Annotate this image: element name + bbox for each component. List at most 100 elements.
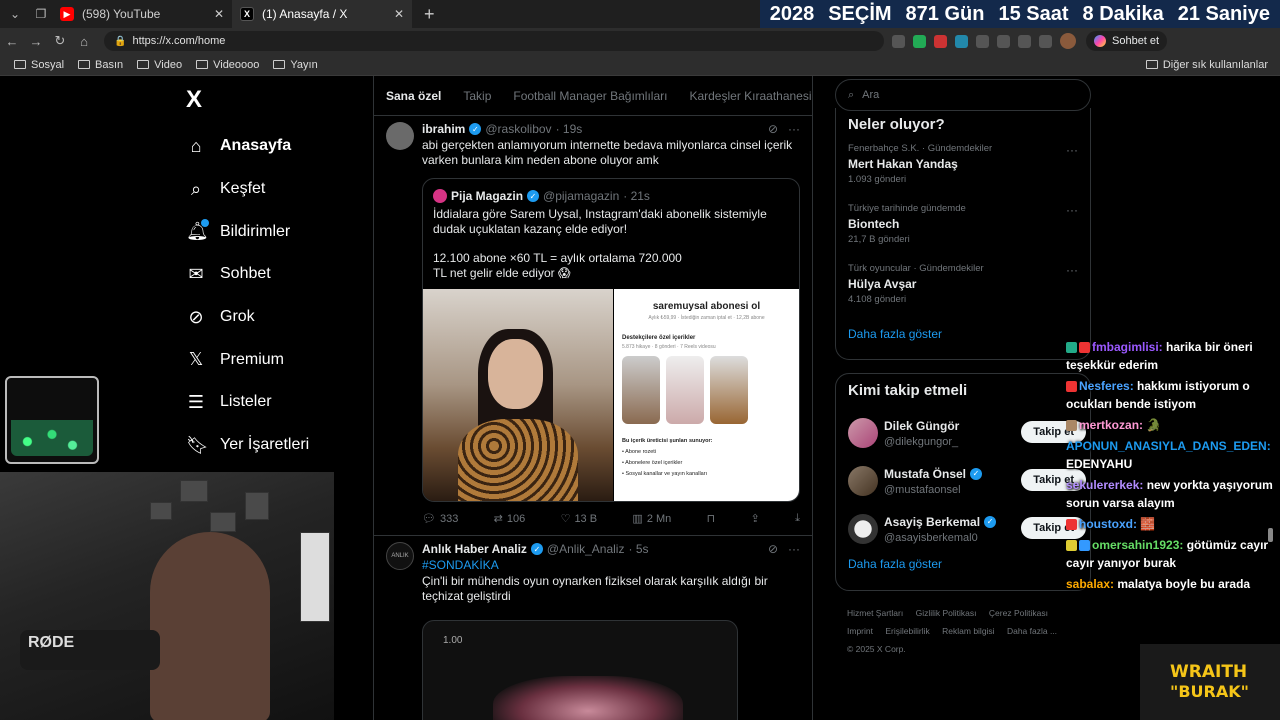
author-handle[interactable]: @Anlik_Analiz [547,542,625,556]
nav-label: Premium [220,350,285,368]
nav-item-home[interactable]: ⌂ Anasayfa [186,125,309,168]
more-icon[interactable]: ··· [788,542,800,556]
bookmark-folder[interactable]: Videoooo [196,59,259,71]
more-icon[interactable]: ··· [1066,263,1078,277]
verified-icon: ✓ [970,467,983,480]
trend-item[interactable]: Türkiye tarihinde gündemde Biontech 21,7… [848,203,1078,263]
like-button[interactable]: ♡ 13 B [561,512,598,526]
author-name[interactable]: ibrahim [422,122,465,136]
extension-icon[interactable] [1018,34,1031,48]
tab-community-kardesler[interactable]: Kardeşler Kıraathanesi [689,89,811,103]
footer-link[interactable]: Hizmet Şartları [847,608,903,618]
extension-icon[interactable] [955,34,968,48]
nav-item-premium[interactable]: 𝕏 Premium [186,338,309,381]
photo-face [488,339,543,409]
download-button[interactable]: ⤓ [795,512,800,525]
footer-link[interactable]: Imprint [847,626,873,636]
tweet-time[interactable]: · 5s [628,542,648,556]
footer-link[interactable]: Gizlilik Politikası [916,608,977,618]
x-logo[interactable]: X [186,86,202,114]
avatar[interactable]: ANLIK [386,542,414,570]
screenshot-image[interactable]: saremuysal abonesi ol Aylık ₺59,99 · İst… [614,289,799,501]
reply-button[interactable]: 💬︎ 333 [422,512,458,526]
follow-suggestion[interactable]: Mustafa Önsel ✓ @mustafaonsel Takip et [848,457,1086,505]
grok-icon[interactable]: ⊘ [768,542,778,556]
extension-icon[interactable] [892,34,905,48]
bookmark-button[interactable]: ⊓ [707,512,716,525]
like-count: 13 B [574,512,598,525]
extension-icon[interactable] [913,34,926,48]
show-more-link[interactable]: Daha fazla göster [848,557,1078,571]
refresh-icon[interactable]: ↻ [48,33,72,49]
nav-item-notifications[interactable]: 🔔︎ Bildirimler [186,210,309,253]
trend-item[interactable]: Türk oyuncular · Gündemdekiler Hülya Avş… [848,263,1078,323]
author-name[interactable]: Anlık Haber Analiz [422,542,527,556]
footer-link[interactable]: Reklam bilgisi [942,626,994,636]
back-icon[interactable]: ← [0,34,24,49]
repost-button[interactable]: ⇄ 106 [494,512,526,526]
tab-for-you[interactable]: Sana özel [386,89,441,103]
avatar[interactable] [386,122,414,150]
views-button[interactable]: ▥ 2 Mn [632,512,671,526]
tab-actions-icon[interactable]: ⌄ [4,3,26,25]
search-input[interactable]: ⌕ Ara [835,79,1091,111]
quoted-tweet[interactable]: Pija Magazin ✓ @pijamagazin · 21s İddial… [422,178,800,502]
media-device [493,676,683,720]
quote-media[interactable]: saremuysal abonesi ol Aylık ₺59,99 · İst… [423,289,799,501]
nav-item-explore[interactable]: ⌕ Keşfet [186,168,309,211]
tab-x-home[interactable]: X (1) Anasayfa / X ✕ [232,0,412,28]
avatar[interactable] [848,466,878,496]
extension-icon[interactable] [997,34,1010,48]
bell-icon: 🔔︎ [186,219,209,242]
extension-icon[interactable] [976,34,989,48]
follow-suggestion[interactable]: Dilek Güngör @dilekgungor_ Takip et [848,409,1086,457]
tweet-media[interactable]: 1.00 [422,620,738,720]
footer-link[interactable]: Çerez Politikası [989,608,1048,618]
grok-icon[interactable]: ⊘ [768,122,778,136]
avatar[interactable] [848,418,878,448]
close-icon[interactable]: ✕ [394,7,404,21]
extension-icon[interactable] [934,34,947,48]
extension-icon[interactable] [1039,34,1052,48]
bookmark-folder[interactable]: Sosyal [14,59,64,71]
workspaces-icon[interactable]: ❐ [30,3,52,25]
profile-avatar[interactable] [1060,33,1076,49]
url-field[interactable]: 🔒 https://x.com/home [104,31,884,51]
show-more-link[interactable]: Daha fazla göster [848,327,1078,341]
forward-icon[interactable]: → [24,34,48,49]
hashtag[interactable]: #SONDAKİKA [422,558,800,572]
close-icon[interactable]: ✕ [214,7,224,21]
trend-item[interactable]: Fenerbahçe S.K. · Gündemdekiler Mert Hak… [848,143,1078,203]
tab-following[interactable]: Takip [463,89,491,103]
follow-suggestion[interactable]: Asayiş Berkemal ✓ @asayisberkemal0 Takip … [848,505,1086,553]
more-icon[interactable]: ··· [1066,143,1078,157]
bookmark-folder[interactable]: Yayın [273,59,318,71]
tweet-top-actions: ⊘ ··· [768,122,800,136]
photo[interactable] [423,289,613,501]
bookmark-folder[interactable]: Video [137,59,182,71]
footer-link[interactable]: Erişilebilirlik [885,626,929,636]
tab-community-fm[interactable]: Football Manager Bağımlıları [513,89,667,103]
nav-item-lists[interactable]: ☰ Listeler [186,381,309,424]
wall-frame [245,492,269,520]
home-icon[interactable]: ⌂ [72,34,96,49]
tweet[interactable]: ANLIK Anlık Haber Analiz ✓ @Anlik_Analiz… [374,536,812,720]
author-handle[interactable]: @raskolibov [485,122,551,136]
nav-label: Sohbet [220,265,271,283]
avatar[interactable] [848,514,878,544]
nav-item-grok[interactable]: ⊘ Grok [186,296,309,339]
tab-youtube[interactable]: ▶ (598) YouTube ✕ [52,0,232,28]
nav-item-messages[interactable]: ✉ Sohbet [186,253,309,296]
scrollbar-thumb[interactable] [1268,528,1273,542]
copilot-chat-button[interactable]: Sohbet et [1086,31,1168,51]
footer-link[interactable]: Daha fazla ... [1007,626,1057,636]
bookmark-folder[interactable]: Basın [78,59,123,71]
more-icon[interactable]: ··· [1066,203,1078,217]
share-button[interactable]: ⇪ [751,512,760,525]
new-tab-button[interactable]: + [424,4,435,25]
tweet[interactable]: ibrahim ✓ @raskolibov · 19s ⊘ ··· abi ge… [374,116,812,535]
nav-item-bookmarks[interactable]: 🔖︎ Yer İşaretleri [186,424,309,467]
more-icon[interactable]: ··· [788,122,800,136]
tweet-time[interactable]: · 19s [556,122,583,136]
other-favorites[interactable]: Diğer sık kullanılanlar [1145,59,1268,71]
